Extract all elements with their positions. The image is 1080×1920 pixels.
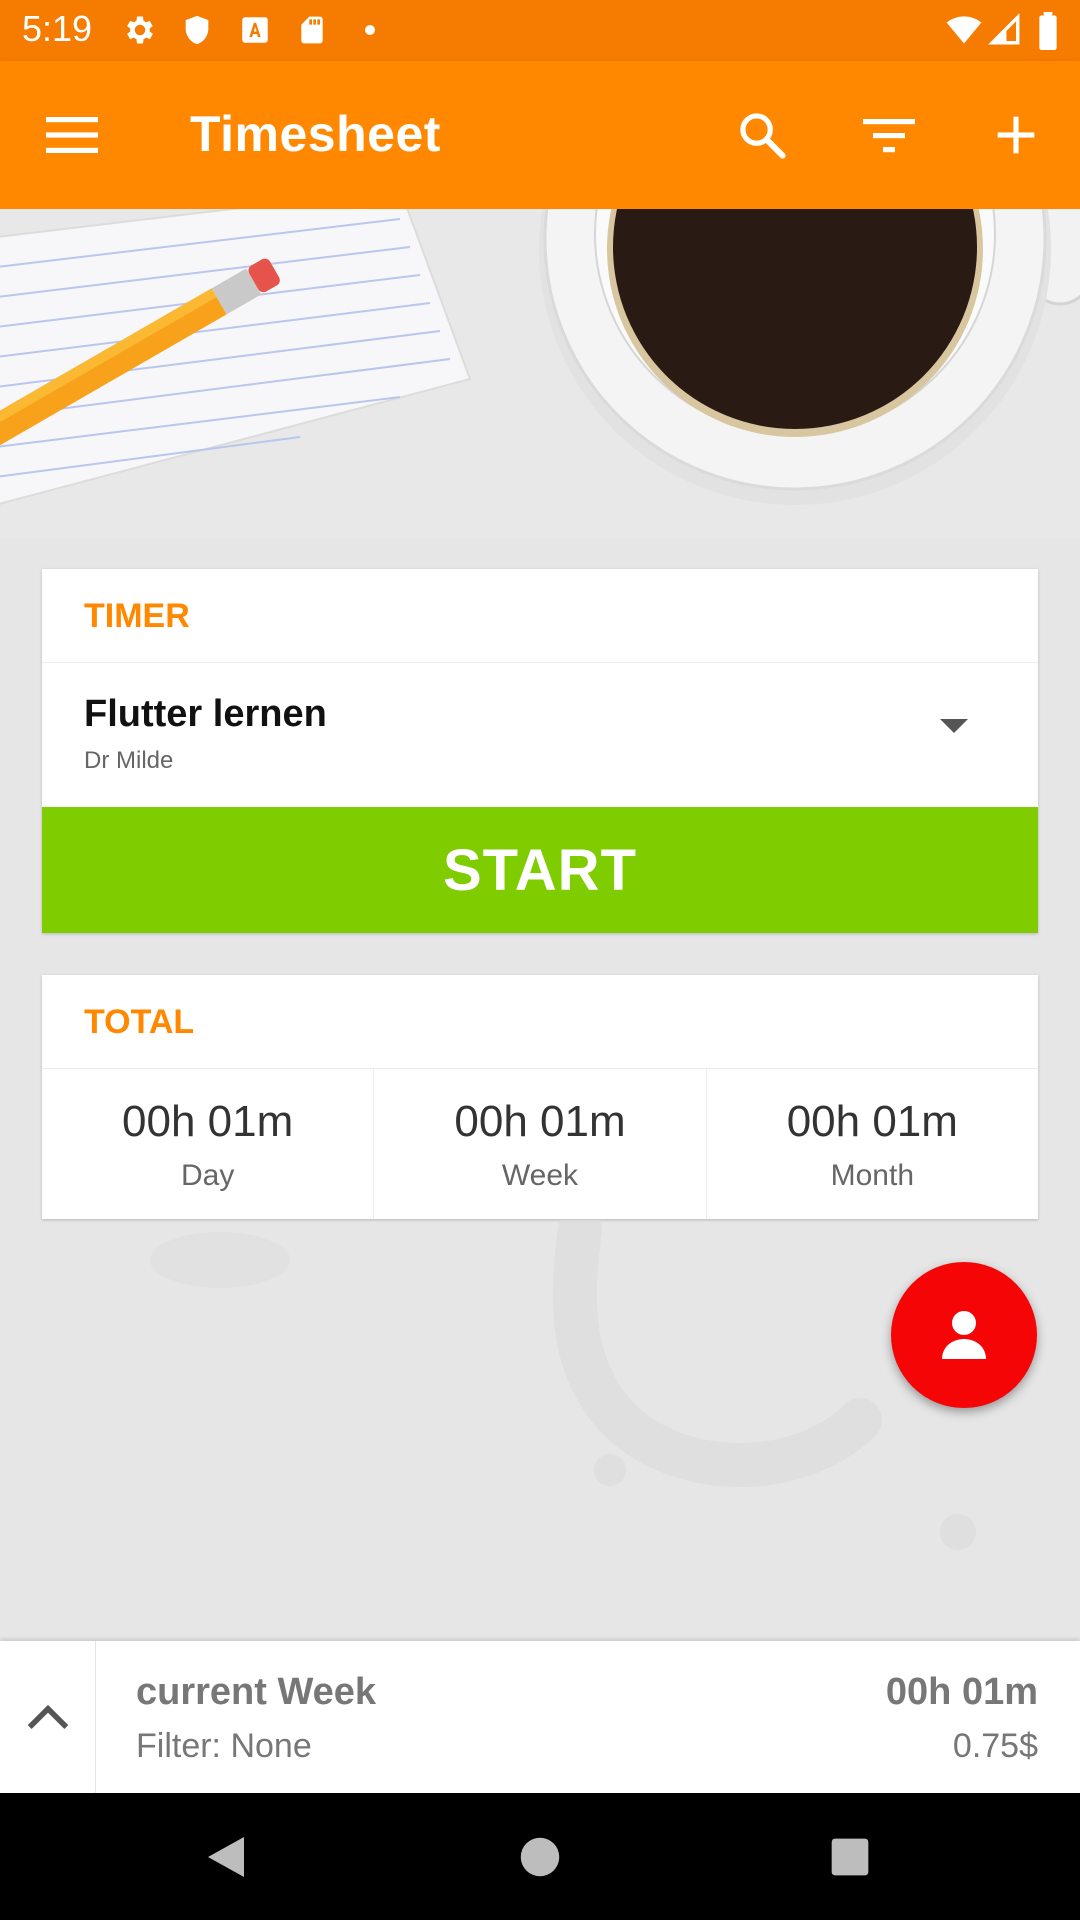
total-week-value: 00h 01m	[454, 1097, 626, 1146]
app-bar: Timesheet	[0, 61, 1080, 209]
filter-icon	[863, 119, 915, 153]
navigation-bar	[0, 1793, 1080, 1920]
gear-icon	[127, 16, 153, 44]
menu-button[interactable]	[42, 105, 102, 165]
dot-icon	[365, 25, 375, 35]
back-button[interactable]	[198, 1829, 254, 1885]
total-card: TOTAL 00h 01m Day 00h 01m Week 00h 01m M…	[42, 975, 1038, 1219]
total-month: 00h 01m Month	[705, 1069, 1038, 1219]
summary-panel[interactable]: current Week Filter: None 00h 01m 0.75$	[0, 1641, 1080, 1793]
summary-filter: Filter: None	[136, 1727, 312, 1765]
project-name: Flutter lernen	[84, 693, 327, 735]
timer-card: TIMER Flutter lernen Dr Milde START	[42, 569, 1038, 933]
home-circle-icon	[520, 1837, 560, 1877]
summary-title: current Week	[136, 1671, 377, 1713]
total-week-label: Week	[501, 1159, 579, 1192]
total-day: 00h 01m Day	[42, 1069, 373, 1219]
menu-icon	[46, 117, 98, 153]
cell-signal-icon	[988, 13, 1020, 45]
total-day-value: 00h 01m	[122, 1097, 294, 1146]
client-name: Dr Milde	[84, 747, 174, 774]
chevron-up-icon	[27, 1704, 68, 1730]
plus-icon	[997, 116, 1035, 154]
app-title: Timesheet	[190, 106, 441, 162]
battery-icon	[1039, 12, 1057, 50]
recents-button[interactable]	[822, 1829, 878, 1885]
timer-card-title: TIMER	[42, 569, 1038, 663]
search-button[interactable]	[732, 105, 792, 165]
search-icon	[740, 113, 786, 159]
total-month-value: 00h 01m	[786, 1097, 958, 1146]
filter-button[interactable]	[859, 105, 919, 165]
total-card-title: TOTAL	[42, 975, 1038, 1069]
font-download-icon	[242, 17, 268, 43]
total-day-label: Day	[180, 1159, 235, 1192]
total-week: 00h 01m Week	[373, 1069, 705, 1219]
recents-square-icon	[831, 1838, 869, 1876]
shield-icon	[185, 15, 209, 45]
totals-row: 00h 01m Day 00h 01m Week 00h 01m Month	[42, 1069, 1038, 1219]
back-triangle-icon	[208, 1837, 244, 1877]
chevron-down-icon	[940, 719, 968, 733]
header-illustration	[0, 209, 1080, 539]
coffee-stain-decoration	[150, 1220, 976, 1550]
home-button[interactable]	[512, 1829, 568, 1885]
start-button[interactable]: START	[42, 807, 1038, 933]
summary-amount: 0.75$	[952, 1727, 1038, 1765]
summary-total: 00h 01m	[885, 1671, 1038, 1713]
project-selector[interactable]: Flutter lernen Dr Milde	[42, 663, 1038, 804]
add-button[interactable]	[986, 105, 1046, 165]
sd-card-icon	[301, 16, 323, 44]
person-icon	[942, 1311, 986, 1359]
desk-illustration	[0, 209, 1080, 539]
client-fab-button[interactable]	[891, 1262, 1037, 1408]
status-time: 5:19	[22, 8, 93, 49]
total-month-label: Month	[830, 1159, 915, 1192]
status-bar: 5:19	[0, 0, 1080, 61]
expand-button[interactable]	[0, 1641, 96, 1793]
wifi-icon	[946, 16, 982, 44]
